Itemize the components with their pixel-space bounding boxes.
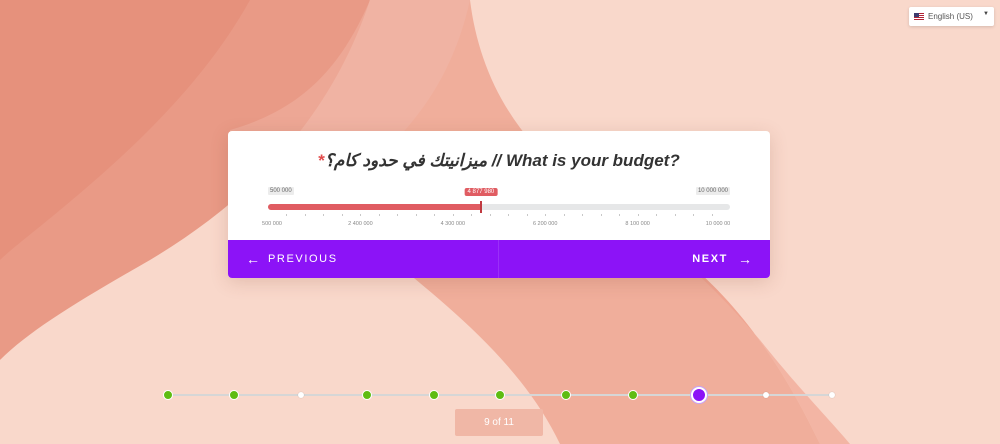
navigation-bar: ← PREVIOUS NEXT → — [228, 240, 770, 278]
slider-track[interactable] — [268, 201, 730, 213]
budget-slider[interactable]: 500 000 10 000 000 4 877 980 500 000 2 40… — [262, 187, 731, 237]
scale-minor-tick — [415, 214, 417, 216]
question-text: ميزانيتك في حدود كام؟ // What is your bu… — [324, 151, 680, 170]
progress-step-7[interactable] — [561, 390, 572, 400]
language-label: English (US) — [928, 12, 973, 21]
scale-minor-tick — [304, 214, 306, 216]
previous-label: PREVIOUS — [268, 253, 338, 265]
arrow-left-icon: ← — [246, 251, 260, 267]
previous-button[interactable]: ← PREVIOUS — [228, 240, 499, 278]
slider-max-label: 10 000 000 — [695, 187, 730, 195]
scale-minor-tick — [434, 214, 436, 216]
scale-minor-tick — [360, 214, 362, 216]
scale-minor-tick — [674, 214, 676, 216]
step-counter: 9 of 11 — [455, 409, 543, 436]
scale-tick-label: 6 200 000 — [532, 221, 558, 227]
scale-minor-tick — [397, 214, 399, 216]
slider-fill — [268, 204, 481, 210]
next-label: NEXT — [692, 253, 728, 265]
progress-step-2[interactable] — [229, 390, 240, 400]
scale-tick-label: 4 300 000 — [440, 221, 466, 227]
progress-step-11[interactable] — [829, 392, 835, 398]
slider-value-bubble: 4 877 980 — [464, 188, 498, 196]
question-title: *ميزانيتك في حدود كام؟ // What is your b… — [228, 151, 770, 171]
progress-step-10[interactable] — [762, 392, 769, 398]
slider-min-label: 500 000 — [268, 187, 294, 195]
scale-minor-tick — [637, 214, 639, 216]
required-marker: * — [318, 151, 325, 170]
scale-tick-label: 10 000 00 — [705, 221, 731, 227]
progress-step-1[interactable] — [163, 390, 173, 400]
progress-step-6[interactable] — [495, 390, 505, 400]
progress-step-9[interactable] — [691, 387, 708, 403]
us-flag-icon — [914, 13, 924, 20]
slider-handle[interactable] — [479, 201, 482, 213]
scale-tick-label: 2 400 000 — [348, 221, 373, 227]
scale-tick-label: 500 000 — [262, 221, 282, 227]
scale-tick-label: 8 100 000 — [625, 221, 650, 227]
progress-steps — [160, 383, 840, 407]
scale-minor-tick — [508, 214, 510, 216]
scale-minor-tick — [341, 214, 343, 216]
scale-minor-tick — [378, 214, 380, 216]
scale-minor-tick — [489, 214, 491, 216]
scale-minor-tick — [693, 214, 695, 216]
question-card: *ميزانيتك في حدود كام؟ // What is your b… — [228, 131, 770, 278]
arrow-right-icon: → — [738, 251, 752, 267]
progress-step-8[interactable] — [627, 390, 638, 400]
scale-minor-tick — [656, 214, 658, 216]
scale-minor-tick — [619, 214, 621, 216]
next-button[interactable]: NEXT → — [499, 240, 770, 278]
scale-minor-tick — [471, 214, 473, 216]
scale-minor-tick — [600, 214, 602, 216]
chevron-down-icon: ▼ — [983, 11, 989, 17]
scale-minor-tick — [545, 214, 547, 216]
progress-step-4[interactable] — [362, 390, 373, 400]
language-selector[interactable]: English (US) ▼ — [909, 7, 994, 26]
slider-scale: 500 000 2 400 000 4 300 000 6 200 000 8 100 … — [262, 221, 731, 229]
scale-minor-tick — [563, 214, 565, 216]
progress-step-5[interactable] — [428, 390, 439, 400]
scale-minor-tick — [711, 214, 713, 216]
progress-step-3[interactable] — [297, 392, 304, 398]
scale-minor-tick — [582, 214, 584, 216]
scale-minor-tick — [323, 214, 325, 216]
scale-minor-tick — [286, 214, 288, 216]
scale-minor-tick — [452, 214, 454, 216]
scale-minor-tick — [526, 214, 528, 216]
